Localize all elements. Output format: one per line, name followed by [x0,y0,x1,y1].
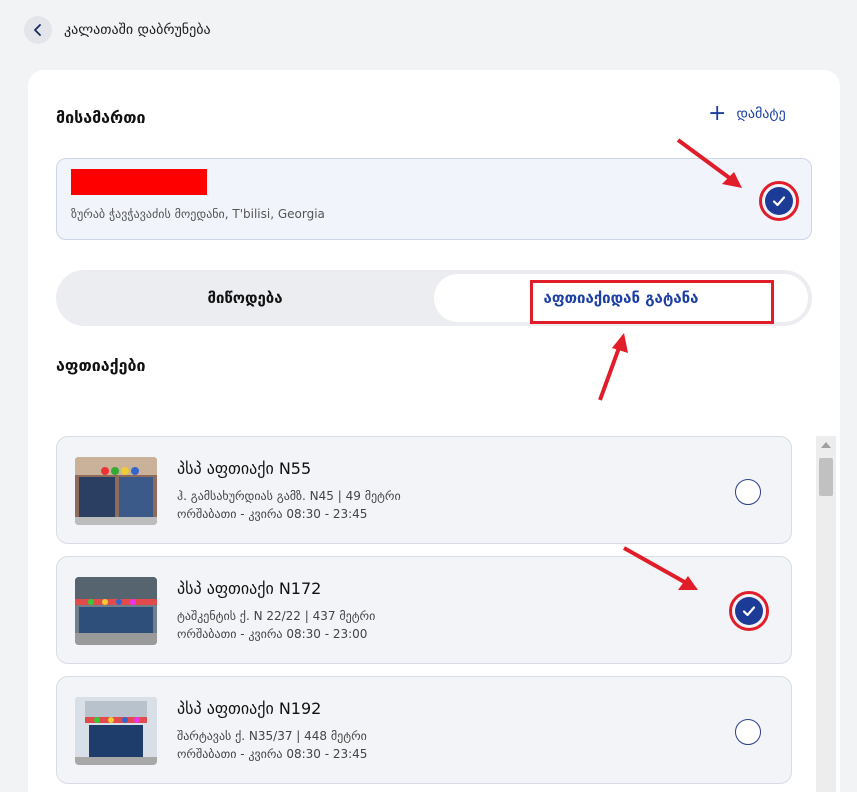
store-name: პსპ აფთიაქი N55 [177,459,312,478]
back-to-cart[interactable]: კალათაში დაბრუნება [24,16,211,44]
store-item[interactable]: პსპ აფთიაქი N172 ტაშკენტის ქ. N 22/22 | … [56,556,792,664]
check-icon [735,597,763,625]
check-icon [765,187,793,215]
scroll-thumb[interactable] [819,458,833,496]
chevron-left-icon [34,24,41,36]
store-photo [75,457,157,525]
address-selected-radio[interactable] [759,181,799,221]
store-radio[interactable] [735,479,761,505]
tab-pharmacy-pickup[interactable]: აფთიაქიდან გატანა [434,274,808,324]
scrollbar[interactable] [816,436,836,792]
store-radio[interactable] [735,719,761,745]
back-button[interactable] [24,16,52,44]
address-line: ზურაბ ჭავჭავაძის მოედანი, T'bilisi, Geor… [71,207,325,221]
store-name: პსპ აფთიაქი N192 [177,699,322,718]
store-item[interactable]: პსპ აფთიაქი N192 შარტავას ქ. N35/37 | 44… [56,676,792,784]
store-name: პსპ აფთიაქი N172 [177,579,322,598]
plus-icon: + [708,101,727,126]
address-option[interactable]: ზურაბ ჭავჭავაძის მოედანი, T'bilisi, Geor… [56,158,812,240]
add-address-label: დამატე [736,106,786,122]
annotation-highlight-box [530,280,774,324]
stores-list: პსპ აფთიაქი N55 ჰ. გამსახურდიას გამზ. N4… [56,436,792,792]
add-address-button[interactable]: + დამატე [708,101,786,126]
address-title: მისამართი [56,108,146,127]
store-address: ტაშკენტის ქ. N 22/22 | 437 მეტრი [177,609,376,623]
store-hours: ორშაბათი - კვირა 08:30 - 23:00 [177,627,368,641]
store-photo [75,577,157,645]
store-address: შარტავას ქ. N35/37 | 448 მეტრი [177,729,367,743]
store-radio-selected[interactable] [729,591,769,631]
store-address: ჰ. გამსახურდიას გამზ. N45 | 49 მეტრი [177,489,401,503]
stores-title: აფთიაქები [56,356,146,375]
store-hours: ორშაბათი - კვირა 08:30 - 23:45 [177,507,368,521]
tab-delivery[interactable]: მიწოდება [60,274,430,322]
scroll-up-arrow-icon[interactable] [821,442,831,448]
store-item[interactable]: პსპ აფთიაქი N55 ჰ. გამსახურდიას გამზ. N4… [56,436,792,544]
checkout-card: მისამართი + დამატე ზურაბ ჭავჭავაძის მოედ… [28,70,840,792]
back-label[interactable]: კალათაში დაბრუნება [64,22,211,38]
store-hours: ორშაბათი - კვირა 08:30 - 23:45 [177,747,368,761]
delivery-method-toggle: მიწოდება აფთიაქიდან გატანა [56,270,812,326]
redacted-name [71,169,207,195]
store-photo [75,697,157,765]
